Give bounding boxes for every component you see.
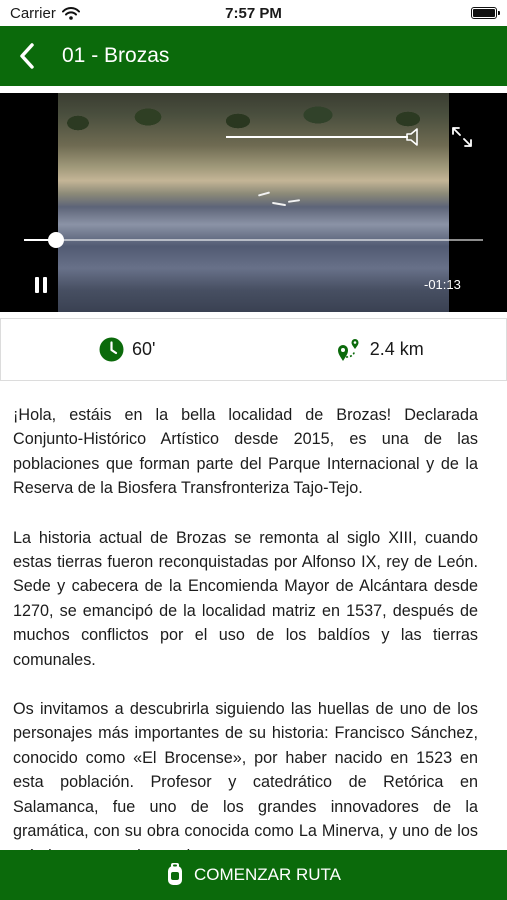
video-progress-track[interactable] [24,239,483,241]
clock-icon [99,337,124,362]
description-paragraph: La historia actual de Brozas se remonta … [13,528,478,669]
duration-info: 60' [1,319,254,380]
fullscreen-icon[interactable] [450,125,474,149]
volume-slider[interactable] [226,136,408,138]
route-description: ¡Hola, estáis en la bella localidad de B… [13,403,478,850]
route-info: 60' 2.4 km [0,318,507,381]
route-pin-icon [337,338,359,361]
video-progress-knob[interactable] [48,232,65,248]
hiker-icon [167,863,182,885]
back-button[interactable] [0,26,54,86]
distance-info: 2.4 km [254,319,507,380]
video-treeline [58,93,449,141]
description-paragraph: Os invitamos a descubrirla siguiendo las… [13,700,478,850]
page-title: 01 - Brozas [62,44,170,67]
distance-value: 2.4 km [369,339,424,359]
start-route-label: COMENZAR RUTA [193,865,341,884]
start-route-button[interactable]: COMENZAR RUTA [0,850,507,900]
video-player[interactable]: -01:13 [0,93,507,312]
battery-icon [471,7,500,19]
video-time-remaining: -01:13 [424,277,461,292]
duration-value: 60' [132,339,156,359]
description-paragraph: ¡Hola, estáis en la bella localidad de B… [13,406,478,498]
pause-icon[interactable] [35,277,49,293]
nav-header: 01 - Brozas [0,26,507,86]
volume-icon[interactable] [405,127,419,147]
status-time: 7:57 PM [225,5,282,22]
chevron-left-icon [20,43,34,69]
status-bar: Carrier 7:57 PM [0,0,507,26]
